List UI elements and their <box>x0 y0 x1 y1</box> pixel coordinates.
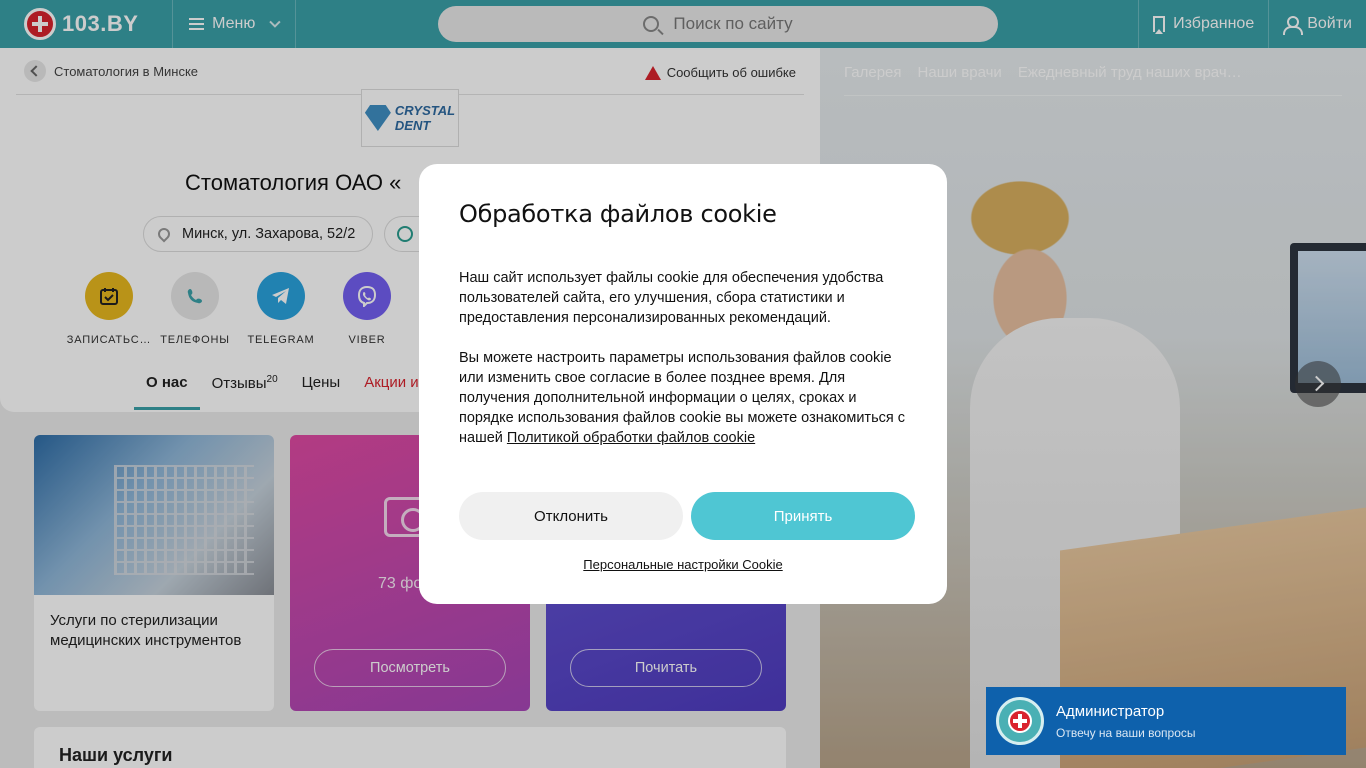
chat-widget[interactable]: Администратор Отвечу на ваши вопросы <box>986 687 1346 755</box>
cookie-paragraph: Наш сайт использует файлы cookie для обе… <box>459 270 884 326</box>
cookie-buttons: Отклонить Принять <box>459 492 915 540</box>
avatar <box>996 697 1044 745</box>
cookie-policy-link[interactable]: Политикой обработки файлов cookie <box>507 430 755 446</box>
medical-cross-icon <box>1008 709 1032 733</box>
cookie-modal-title: Обработка файлов cookie <box>459 200 777 228</box>
accept-button[interactable]: Принять <box>691 492 915 540</box>
cookie-paragraph: Вы можете настроить параметры использова… <box>459 350 906 446</box>
chat-name: Администратор <box>1056 702 1165 720</box>
chat-text: Администратор Отвечу на ваши вопросы <box>1056 703 1196 740</box>
decline-button[interactable]: Отклонить <box>459 492 683 540</box>
chat-subtitle: Отвечу на ваши вопросы <box>1056 725 1196 740</box>
cookie-modal: Обработка файлов cookie Наш сайт использ… <box>419 164 947 604</box>
cookie-settings-link[interactable]: Персональные настройки Cookie <box>419 557 947 572</box>
